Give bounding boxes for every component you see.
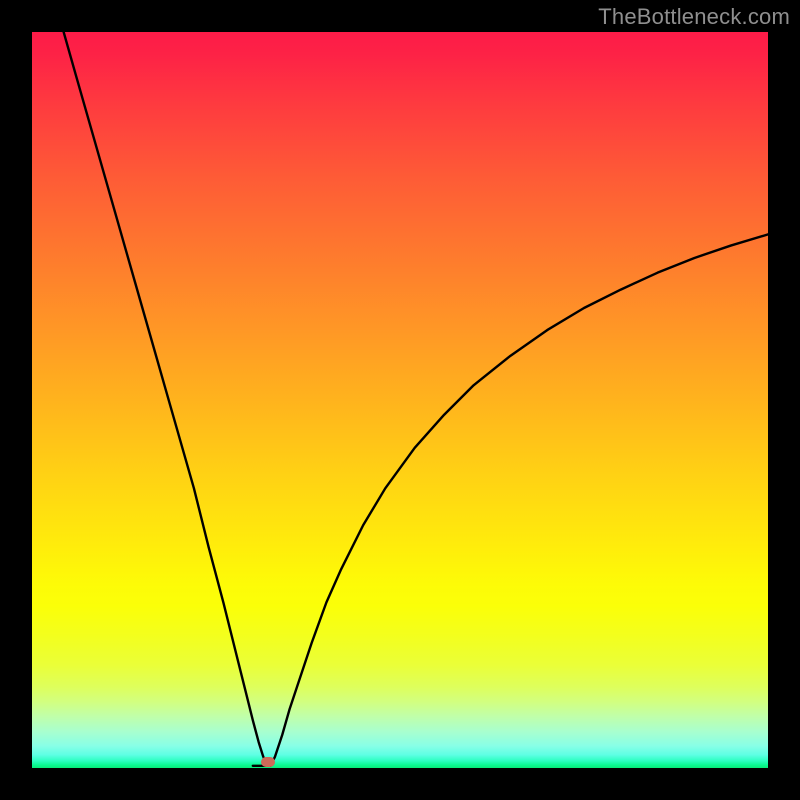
bottleneck-curve-svg bbox=[32, 32, 768, 768]
plot-area bbox=[32, 32, 768, 768]
watermark-text: TheBottleneck.com bbox=[598, 4, 790, 30]
outer-frame: TheBottleneck.com bbox=[0, 0, 800, 800]
bottleneck-curve-path bbox=[64, 32, 768, 766]
optimal-point-marker bbox=[261, 757, 275, 767]
